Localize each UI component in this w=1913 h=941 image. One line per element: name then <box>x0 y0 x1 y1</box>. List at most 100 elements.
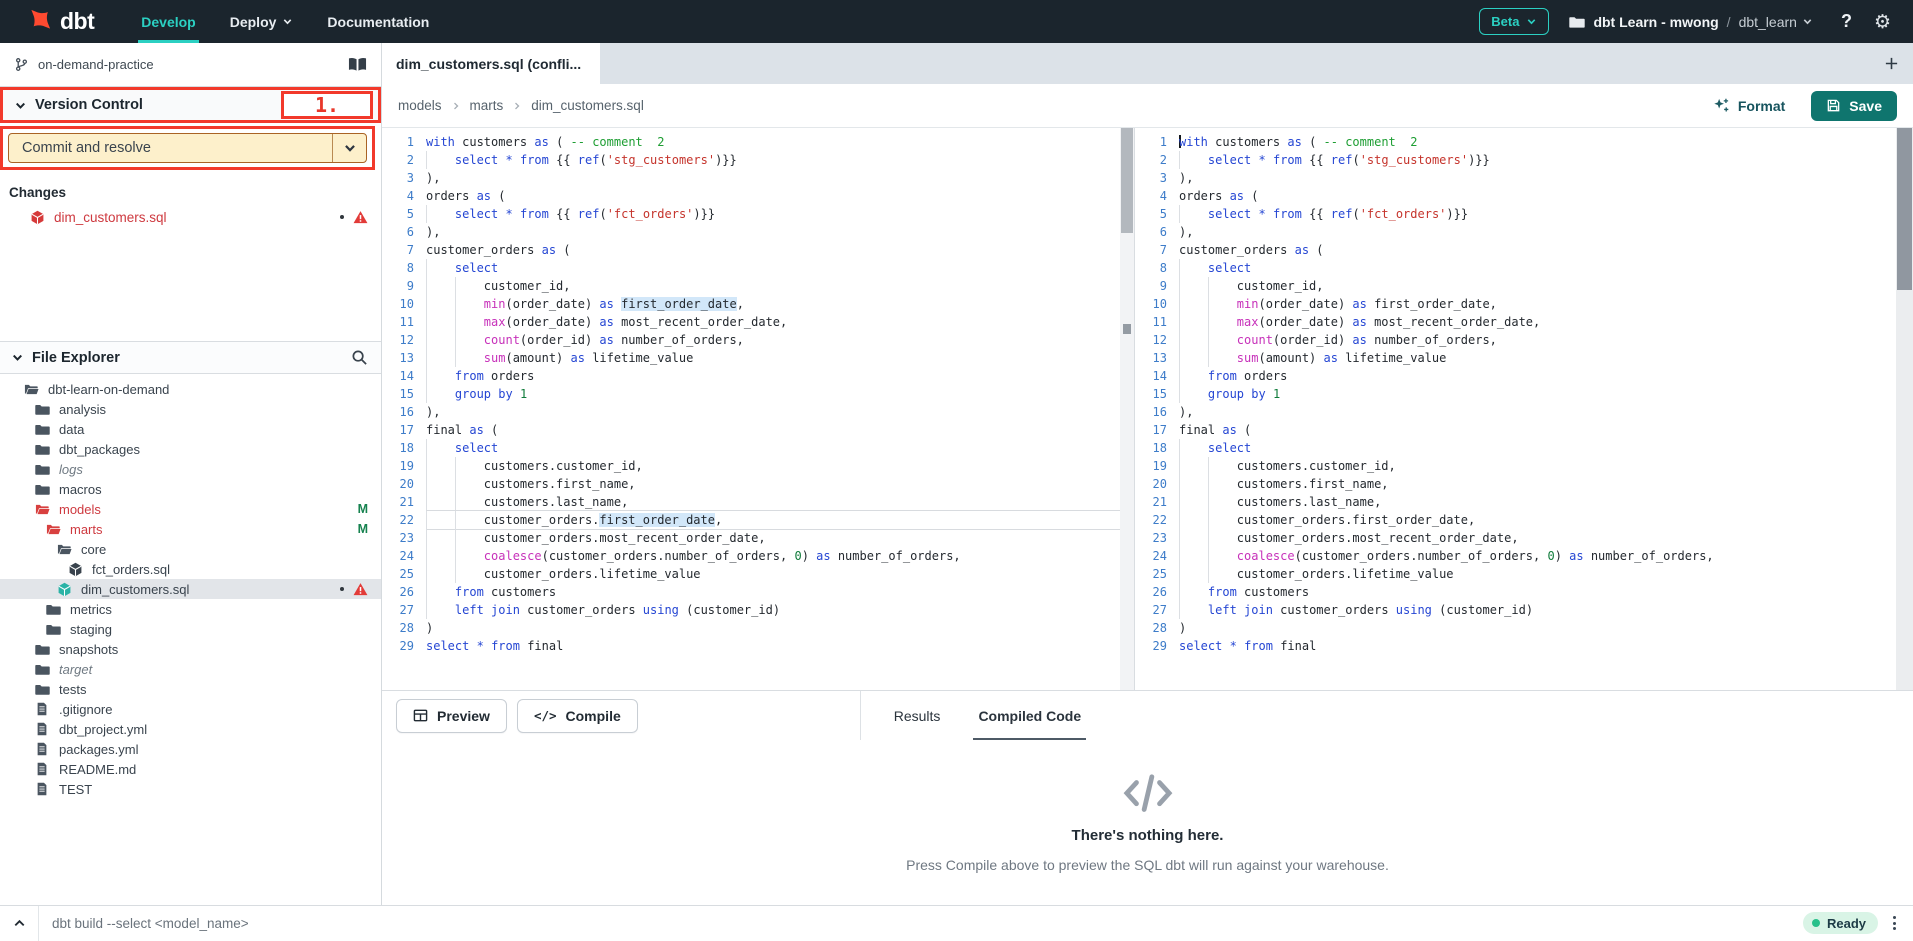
code-line-10[interactable]: 10 min(order_date) as first_order_date, <box>382 295 1134 313</box>
code-line-18[interactable]: 18 select <box>1135 439 1913 457</box>
code-line-29[interactable]: 29select * from final <box>382 637 1134 655</box>
file-tree-item-models[interactable]: modelsM <box>0 499 381 519</box>
code-line-12[interactable]: 12 count(order_id) as number_of_orders, <box>382 331 1134 349</box>
code-line-29[interactable]: 29select * from final <box>1135 637 1913 655</box>
code-line-17[interactable]: 17final as ( <box>382 421 1134 439</box>
code-pane-right[interactable]: 1with customers as ( -- comment 22 selec… <box>1135 128 1913 690</box>
code-line-16[interactable]: 16), <box>382 403 1134 421</box>
preview-button[interactable]: Preview <box>396 699 507 733</box>
tab-results[interactable]: Results <box>889 691 946 741</box>
code-line-23[interactable]: 23 customer_orders.most_recent_order_dat… <box>1135 529 1913 547</box>
code-line-19[interactable]: 19 customers.customer_id, <box>382 457 1134 475</box>
code-line-20[interactable]: 20 customers.first_name, <box>382 475 1134 493</box>
code-line-28[interactable]: 28) <box>1135 619 1913 637</box>
format-button[interactable]: Format <box>1713 97 1785 114</box>
beta-button[interactable]: Beta <box>1479 8 1549 35</box>
command-input[interactable]: dbt build --select <model_name> <box>52 916 1803 931</box>
code-line-5[interactable]: 5 select * from {{ ref('fct_orders')}} <box>382 205 1134 223</box>
editor-scrollbar[interactable] <box>1896 128 1913 690</box>
file-tree-item-packages-yml[interactable]: packages.yml <box>0 739 381 759</box>
new-tab-plus-icon[interactable] <box>1884 56 1899 71</box>
changed-file-dim-customers[interactable]: dim_customers.sql <box>0 205 381 229</box>
gear-icon[interactable]: ⚙ <box>1874 11 1891 33</box>
code-line-26[interactable]: 26 from customers <box>382 583 1134 601</box>
code-line-10[interactable]: 10 min(order_date) as first_order_date, <box>1135 295 1913 313</box>
save-button[interactable]: Save <box>1811 91 1897 121</box>
file-tree-item-dbt-packages[interactable]: dbt_packages <box>0 439 381 459</box>
code-line-22[interactable]: 22 customer_orders.first_order_date, <box>382 511 1134 529</box>
commit-and-resolve-button[interactable]: Commit and resolve <box>8 133 367 163</box>
nav-tab-deploy[interactable]: Deploy <box>213 0 311 43</box>
code-line-3[interactable]: 3), <box>1135 169 1913 187</box>
branch-selector[interactable]: on-demand-practice <box>0 43 381 87</box>
account-project-selector[interactable]: dbt Learn - mwong / dbt_learn <box>1569 14 1813 30</box>
code-line-1[interactable]: 1with customers as ( -- comment 2 <box>1135 133 1913 151</box>
file-tree-item-staging[interactable]: staging <box>0 619 381 639</box>
code-line-14[interactable]: 14 from orders <box>382 367 1134 385</box>
code-line-4[interactable]: 4orders as ( <box>1135 187 1913 205</box>
file-tree-item-target[interactable]: target <box>0 659 381 679</box>
file-tree-item-snapshots[interactable]: snapshots <box>0 639 381 659</box>
code-line-18[interactable]: 18 select <box>382 439 1134 457</box>
code-line-7[interactable]: 7customer_orders as ( <box>382 241 1134 259</box>
code-line-16[interactable]: 16), <box>1135 403 1913 421</box>
tab-compiled-code[interactable]: Compiled Code <box>973 691 1086 741</box>
code-line-11[interactable]: 11 max(order_date) as most_recent_order_… <box>382 313 1134 331</box>
code-line-14[interactable]: 14 from orders <box>1135 367 1913 385</box>
code-line-24[interactable]: 24 coalesce(customer_orders.number_of_or… <box>1135 547 1913 565</box>
file-tree-item-tests[interactable]: tests <box>0 679 381 699</box>
code-line-19[interactable]: 19 customers.customer_id, <box>1135 457 1913 475</box>
breadcrumb-models[interactable]: models <box>398 98 442 113</box>
code-line-28[interactable]: 28) <box>382 619 1134 637</box>
breadcrumb-marts[interactable]: marts <box>470 98 504 113</box>
code-line-27[interactable]: 27 left join customer_orders using (cust… <box>382 601 1134 619</box>
code-line-25[interactable]: 25 customer_orders.lifetime_value <box>382 565 1134 583</box>
code-line-17[interactable]: 17final as ( <box>1135 421 1913 439</box>
code-line-12[interactable]: 12 count(order_id) as number_of_orders, <box>1135 331 1913 349</box>
file-explorer-section-header[interactable]: File Explorer <box>0 341 381 374</box>
file-tree-item-core[interactable]: core <box>0 539 381 559</box>
version-control-section-header[interactable]: Version Control 1. <box>0 87 381 123</box>
code-line-23[interactable]: 23 customer_orders.most_recent_order_dat… <box>382 529 1134 547</box>
code-line-26[interactable]: 26 from customers <box>1135 583 1913 601</box>
file-tree-item-metrics[interactable]: metrics <box>0 599 381 619</box>
code-line-6[interactable]: 6), <box>382 223 1134 241</box>
file-tree-item-readme-md[interactable]: README.md <box>0 759 381 779</box>
code-line-27[interactable]: 27 left join customer_orders using (cust… <box>1135 601 1913 619</box>
file-tree-item-fct-orders-sql[interactable]: fct_orders.sql <box>0 559 381 579</box>
breadcrumb-file[interactable]: dim_customers.sql <box>531 98 644 113</box>
commit-options-dropdown[interactable] <box>332 134 366 162</box>
ide-status-badge[interactable]: Ready <box>1803 912 1878 934</box>
code-pane-left[interactable]: 1with customers as ( -- comment 22 selec… <box>382 128 1135 690</box>
search-icon[interactable] <box>351 349 368 366</box>
file-tree-item-dbt-learn-on-demand[interactable]: dbt-learn-on-demand <box>0 379 381 399</box>
code-line-25[interactable]: 25 customer_orders.lifetime_value <box>1135 565 1913 583</box>
code-line-11[interactable]: 11 max(order_date) as most_recent_order_… <box>1135 313 1913 331</box>
file-tree-item-test[interactable]: TEST <box>0 779 381 799</box>
code-line-20[interactable]: 20 customers.first_name, <box>1135 475 1913 493</box>
nav-tab-develop[interactable]: Develop <box>124 0 212 43</box>
code-line-8[interactable]: 8 select <box>382 259 1134 277</box>
code-line-2[interactable]: 2 select * from {{ ref('stg_customers')}… <box>382 151 1134 169</box>
code-line-13[interactable]: 13 sum(amount) as lifetime_value <box>382 349 1134 367</box>
code-line-21[interactable]: 21 customers.last_name, <box>382 493 1134 511</box>
code-line-21[interactable]: 21 customers.last_name, <box>1135 493 1913 511</box>
file-tree-item-analysis[interactable]: analysis <box>0 399 381 419</box>
kebab-menu-icon[interactable] <box>1893 916 1896 930</box>
command-bar-toggle[interactable] <box>0 916 38 931</box>
code-line-15[interactable]: 15 group by 1 <box>382 385 1134 403</box>
file-tree-item-marts[interactable]: martsM <box>0 519 381 539</box>
file-tree-item-dim-customers-sql[interactable]: dim_customers.sql <box>0 579 381 599</box>
file-tree-item-data[interactable]: data <box>0 419 381 439</box>
left-pane-scrollbar[interactable] <box>1120 128 1134 690</box>
file-tree-item--gitignore[interactable]: .gitignore <box>0 699 381 719</box>
code-line-1[interactable]: 1with customers as ( -- comment 2 <box>382 133 1134 151</box>
code-line-9[interactable]: 9 customer_id, <box>382 277 1134 295</box>
code-line-24[interactable]: 24 coalesce(customer_orders.number_of_or… <box>382 547 1134 565</box>
docs-book-icon[interactable] <box>348 57 367 72</box>
project-name[interactable]: dbt_learn <box>1739 14 1813 30</box>
dbt-logo[interactable]: dbt <box>0 7 124 36</box>
code-line-13[interactable]: 13 sum(amount) as lifetime_value <box>1135 349 1913 367</box>
code-line-3[interactable]: 3), <box>382 169 1134 187</box>
code-line-15[interactable]: 15 group by 1 <box>1135 385 1913 403</box>
